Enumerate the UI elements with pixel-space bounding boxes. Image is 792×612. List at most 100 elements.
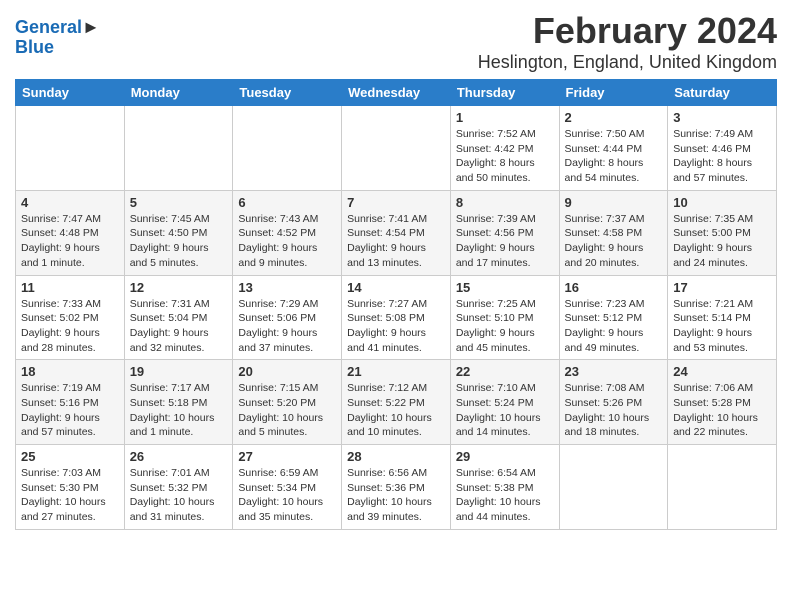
calendar-week-row: 25 Sunrise: 7:03 AM Sunset: 5:30 PM Dayli… [16, 445, 777, 530]
page-header: General► Blue February 2024 Heslington, … [15, 10, 777, 73]
calendar-day-cell: 16 Sunrise: 7:23 AM Sunset: 5:12 PM Dayli… [559, 275, 668, 360]
day-number: 23 [565, 364, 663, 379]
empty-day-cell [559, 445, 668, 530]
calendar-day-cell: 13 Sunrise: 7:29 AM Sunset: 5:06 PM Dayli… [233, 275, 342, 360]
empty-day-cell [668, 445, 777, 530]
column-header-wednesday: Wednesday [342, 80, 451, 106]
empty-day-cell [16, 106, 125, 191]
day-info: Sunrise: 7:29 AM Sunset: 5:06 PM Dayligh… [238, 297, 336, 356]
day-info: Sunrise: 6:56 AM Sunset: 5:36 PM Dayligh… [347, 466, 445, 525]
day-info: Sunrise: 7:19 AM Sunset: 5:16 PM Dayligh… [21, 381, 119, 440]
calendar-day-cell: 12 Sunrise: 7:31 AM Sunset: 5:04 PM Dayli… [124, 275, 233, 360]
day-number: 24 [673, 364, 771, 379]
day-number: 7 [347, 195, 445, 210]
day-number: 11 [21, 280, 119, 295]
calendar-day-cell: 3Sunrise: 7:49 AM Sunset: 4:46 PM Daylig… [668, 106, 777, 191]
logo-text2: Blue [15, 38, 100, 58]
day-info: Sunrise: 7:43 AM Sunset: 4:52 PM Dayligh… [238, 212, 336, 271]
day-info: Sunrise: 7:27 AM Sunset: 5:08 PM Dayligh… [347, 297, 445, 356]
empty-day-cell [342, 106, 451, 191]
day-number: 12 [130, 280, 228, 295]
day-info: Sunrise: 7:23 AM Sunset: 5:12 PM Dayligh… [565, 297, 663, 356]
calendar-day-cell: 20 Sunrise: 7:15 AM Sunset: 5:20 PM Dayli… [233, 360, 342, 445]
day-info: Sunrise: 7:17 AM Sunset: 5:18 PM Dayligh… [130, 381, 228, 440]
day-info: Sunrise: 7:35 AM Sunset: 5:00 PM Dayligh… [673, 212, 771, 271]
day-number: 27 [238, 449, 336, 464]
day-info: Sunrise: 7:33 AM Sunset: 5:02 PM Dayligh… [21, 297, 119, 356]
day-number: 28 [347, 449, 445, 464]
calendar-day-cell: 17 Sunrise: 7:21 AM Sunset: 5:14 PM Dayli… [668, 275, 777, 360]
calendar-day-cell: 4 Sunrise: 7:47 AM Sunset: 4:48 PM Daylig… [16, 190, 125, 275]
day-info: Sunrise: 7:01 AM Sunset: 5:32 PM Dayligh… [130, 466, 228, 525]
day-info: Sunrise: 6:54 AM Sunset: 5:38 PM Dayligh… [456, 466, 554, 525]
calendar-week-row: 4 Sunrise: 7:47 AM Sunset: 4:48 PM Daylig… [16, 190, 777, 275]
column-header-tuesday: Tuesday [233, 80, 342, 106]
day-info: Sunrise: 7:21 AM Sunset: 5:14 PM Dayligh… [673, 297, 771, 356]
day-info: Sunrise: 7:31 AM Sunset: 5:04 PM Dayligh… [130, 297, 228, 356]
day-number: 9 [565, 195, 663, 210]
calendar-table: SundayMondayTuesdayWednesdayThursdayFrid… [15, 79, 777, 530]
day-info: Sunrise: 7:03 AM Sunset: 5:30 PM Dayligh… [21, 466, 119, 525]
day-number: 10 [673, 195, 771, 210]
title-area: February 2024 Heslington, England, Unite… [478, 10, 777, 73]
day-number: 26 [130, 449, 228, 464]
day-number: 15 [456, 280, 554, 295]
calendar-day-cell: 11 Sunrise: 7:33 AM Sunset: 5:02 PM Dayli… [16, 275, 125, 360]
calendar-day-cell: 27Sunrise: 6:59 AM Sunset: 5:34 PM Dayli… [233, 445, 342, 530]
day-info: Sunrise: 7:15 AM Sunset: 5:20 PM Dayligh… [238, 381, 336, 440]
day-info: Sunrise: 7:49 AM Sunset: 4:46 PM Dayligh… [673, 127, 771, 186]
calendar-day-cell: 1Sunrise: 7:52 AM Sunset: 4:42 PM Daylig… [450, 106, 559, 191]
calendar-day-cell: 21Sunrise: 7:12 AM Sunset: 5:22 PM Dayli… [342, 360, 451, 445]
calendar-day-cell: 10 Sunrise: 7:35 AM Sunset: 5:00 PM Dayli… [668, 190, 777, 275]
calendar-header-row: SundayMondayTuesdayWednesdayThursdayFrid… [16, 80, 777, 106]
day-info: Sunrise: 7:25 AM Sunset: 5:10 PM Dayligh… [456, 297, 554, 356]
day-number: 19 [130, 364, 228, 379]
empty-day-cell [124, 106, 233, 191]
day-number: 18 [21, 364, 119, 379]
day-number: 25 [21, 449, 119, 464]
calendar-day-cell: 25 Sunrise: 7:03 AM Sunset: 5:30 PM Dayli… [16, 445, 125, 530]
calendar-day-cell: 18 Sunrise: 7:19 AM Sunset: 5:16 PM Dayli… [16, 360, 125, 445]
calendar-day-cell: 26 Sunrise: 7:01 AM Sunset: 5:32 PM Dayli… [124, 445, 233, 530]
column-header-friday: Friday [559, 80, 668, 106]
day-number: 13 [238, 280, 336, 295]
day-number: 17 [673, 280, 771, 295]
location-title: Heslington, England, United Kingdom [478, 52, 777, 73]
day-number: 14 [347, 280, 445, 295]
column-header-monday: Monday [124, 80, 233, 106]
day-number: 4 [21, 195, 119, 210]
day-info: Sunrise: 7:41 AM Sunset: 4:54 PM Dayligh… [347, 212, 445, 271]
day-info: Sunrise: 7:10 AM Sunset: 5:24 PM Dayligh… [456, 381, 554, 440]
calendar-day-cell: 5Sunrise: 7:45 AM Sunset: 4:50 PM Daylig… [124, 190, 233, 275]
calendar-day-cell: 23 Sunrise: 7:08 AM Sunset: 5:26 PM Dayli… [559, 360, 668, 445]
calendar-day-cell: 24 Sunrise: 7:06 AM Sunset: 5:28 PM Dayli… [668, 360, 777, 445]
day-info: Sunrise: 7:08 AM Sunset: 5:26 PM Dayligh… [565, 381, 663, 440]
day-number: 6 [238, 195, 336, 210]
month-title: February 2024 [478, 10, 777, 52]
day-number: 29 [456, 449, 554, 464]
day-info: Sunrise: 7:06 AM Sunset: 5:28 PM Dayligh… [673, 381, 771, 440]
logo: General► Blue [15, 18, 100, 58]
calendar-day-cell: 22Sunrise: 7:10 AM Sunset: 5:24 PM Dayli… [450, 360, 559, 445]
day-number: 8 [456, 195, 554, 210]
day-number: 20 [238, 364, 336, 379]
calendar-week-row: 11 Sunrise: 7:33 AM Sunset: 5:02 PM Dayli… [16, 275, 777, 360]
calendar-day-cell: 15 Sunrise: 7:25 AM Sunset: 5:10 PM Dayli… [450, 275, 559, 360]
day-number: 16 [565, 280, 663, 295]
day-info: Sunrise: 7:12 AM Sunset: 5:22 PM Dayligh… [347, 381, 445, 440]
calendar-day-cell: 7 Sunrise: 7:41 AM Sunset: 4:54 PM Daylig… [342, 190, 451, 275]
column-header-thursday: Thursday [450, 80, 559, 106]
day-info: Sunrise: 7:37 AM Sunset: 4:58 PM Dayligh… [565, 212, 663, 271]
day-info: Sunrise: 7:47 AM Sunset: 4:48 PM Dayligh… [21, 212, 119, 271]
day-number: 1 [456, 110, 554, 125]
day-info: Sunrise: 7:39 AM Sunset: 4:56 PM Dayligh… [456, 212, 554, 271]
calendar-week-row: 18 Sunrise: 7:19 AM Sunset: 5:16 PM Dayli… [16, 360, 777, 445]
day-info: Sunrise: 7:50 AM Sunset: 4:44 PM Dayligh… [565, 127, 663, 186]
day-number: 5 [130, 195, 228, 210]
calendar-day-cell: 19 Sunrise: 7:17 AM Sunset: 5:18 PM Dayli… [124, 360, 233, 445]
column-header-saturday: Saturday [668, 80, 777, 106]
calendar-day-cell: 2Sunrise: 7:50 AM Sunset: 4:44 PM Daylig… [559, 106, 668, 191]
empty-day-cell [233, 106, 342, 191]
calendar-day-cell: 29 Sunrise: 6:54 AM Sunset: 5:38 PM Dayli… [450, 445, 559, 530]
calendar-week-row: 1Sunrise: 7:52 AM Sunset: 4:42 PM Daylig… [16, 106, 777, 191]
